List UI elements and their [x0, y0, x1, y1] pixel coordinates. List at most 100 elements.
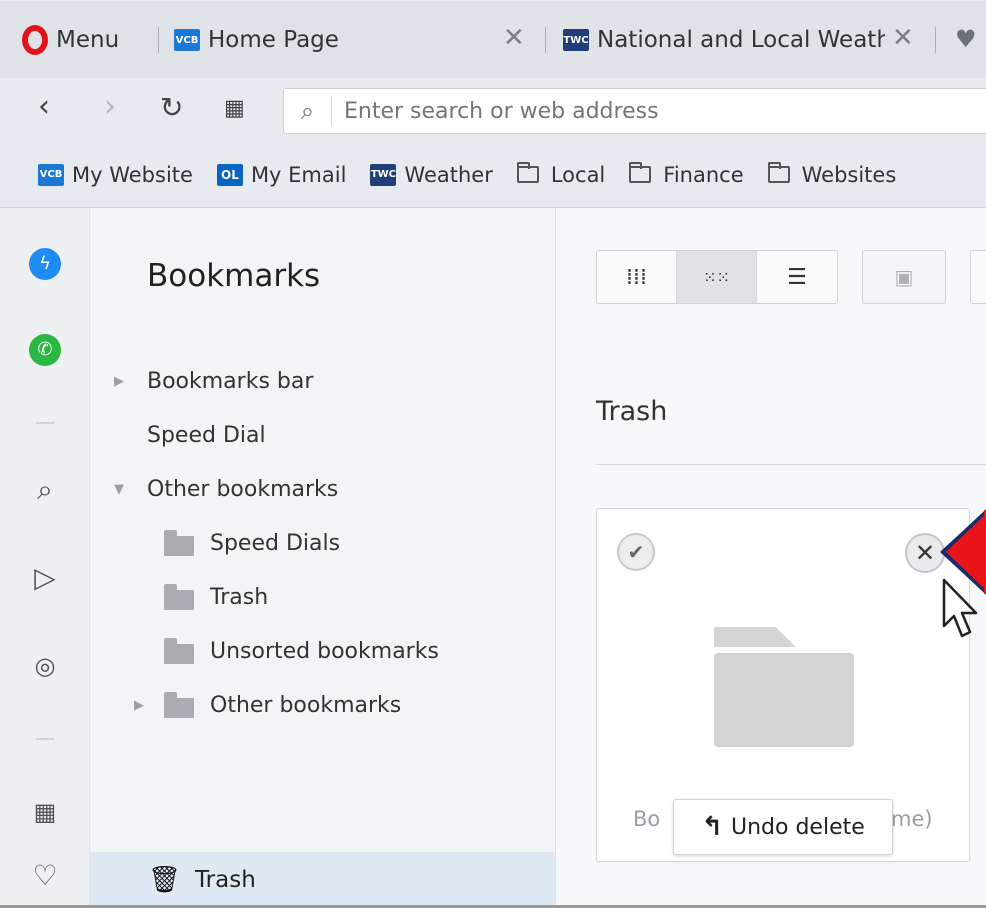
rail-divider [36, 738, 54, 740]
side-rail: ϟ ✆ ⌕ ▷ ◎ ▦ ♡ [0, 208, 90, 908]
undo-delete-button[interactable]: ↰ Undo delete [673, 799, 893, 855]
section-title: Trash [596, 396, 668, 427]
small-tiles-view-button[interactable]: ⁙⁙ [677, 251, 757, 303]
folder-icon [164, 638, 194, 664]
bookmark-label: Websites [801, 162, 897, 187]
tree-item-speed-dial[interactable]: Speed Dial [147, 418, 266, 452]
card-label: Bo me) [633, 807, 933, 831]
bookmark-my-email[interactable]: OL My Email [216, 162, 347, 187]
send-icon[interactable]: ▷ [34, 564, 56, 592]
heart-icon[interactable]: ♥ [955, 25, 977, 53]
vcb-favicon-icon: VCB [174, 29, 200, 51]
small-grid-icon: ⁙⁙ [703, 267, 730, 287]
folder-icon [164, 530, 194, 556]
mouse-cursor-icon [942, 578, 978, 638]
forward-icon[interactable]: › [104, 92, 116, 122]
card-label-start: Bo [633, 807, 661, 831]
opera-logo-icon [22, 25, 48, 55]
bookmarks-bar: VCB My Website OL My Email TWC Weather L… [0, 142, 986, 208]
select-check-icon[interactable]: ✔ [617, 533, 655, 571]
back-icon[interactable]: ‹ [38, 92, 50, 122]
close-tab-icon[interactable]: ✕ [503, 25, 525, 51]
bookmark-label: Finance [663, 162, 744, 187]
tab-home-page[interactable]: VCB Home Page [174, 19, 339, 61]
tree-item-other-bookmarks[interactable]: ▼ Other bookmarks [114, 472, 338, 506]
view-mode-group: ⁞⁞⁞ ⁙⁙ ☰ [596, 250, 838, 304]
folder-icon [516, 162, 539, 183]
tab-separator [158, 27, 159, 53]
expand-caret-icon[interactable]: ▶ [134, 698, 164, 713]
sidebar-item-label: Trash [195, 867, 256, 893]
bookmark-label: My Website [72, 162, 193, 187]
rail-divider [36, 422, 54, 424]
outlook-favicon-icon: OL [216, 163, 243, 186]
toolbar-button[interactable] [970, 250, 986, 304]
tree-item-speed-dials[interactable]: Speed Dials [164, 526, 340, 560]
tabs-grid-icon[interactable]: ▦ [224, 98, 245, 120]
sidebar-item-trash[interactable]: 🗑 Trash [90, 852, 555, 908]
weather-channel-favicon-icon: TWC [563, 29, 589, 51]
bookmark-label: My Email [250, 162, 347, 187]
tab-separator [545, 27, 546, 53]
list-icon: ☰ [787, 264, 807, 290]
messenger-icon[interactable]: ϟ [29, 248, 61, 280]
bookmark-folder-finance[interactable]: Finance [629, 162, 744, 187]
bookmark-weather[interactable]: TWC Weather [370, 162, 493, 187]
tree-label: Speed Dial [147, 422, 266, 448]
bookmark-label: Weather [404, 162, 493, 187]
url-input[interactable] [332, 98, 932, 124]
tree-label: Other bookmarks [210, 692, 402, 718]
bookmark-card[interactable]: ✔ ✕ Bo me) ↰ Undo delete [596, 508, 970, 862]
trash-icon: 🗑 [148, 865, 182, 895]
folder-icon [629, 162, 652, 183]
opera-menu-button[interactable]: Menu [22, 23, 119, 57]
whatsapp-icon[interactable]: ✆ [29, 334, 61, 366]
bookmarks-panel: Bookmarks ▶ Bookmarks bar Speed Dial ▼ O… [90, 208, 556, 908]
menu-label: Menu [56, 27, 120, 53]
close-tab-icon[interactable]: ✕ [892, 25, 914, 51]
search-icon[interactable]: ⌕ [37, 476, 53, 504]
bookmark-folder-local[interactable]: Local [516, 162, 606, 187]
tree-item-bookmarks-bar[interactable]: ▶ Bookmarks bar [114, 364, 313, 398]
bookmark-label: Local [550, 162, 606, 187]
tab-title: Home Page [208, 27, 339, 53]
search-icon: ⌕ [284, 96, 332, 126]
large-tiles-view-button[interactable]: ⁞⁞⁞ [597, 251, 677, 303]
folder-icon [767, 162, 790, 183]
tree-item-other-bookmarks-sub[interactable]: ▶ Other bookmarks [134, 688, 401, 722]
reload-icon[interactable]: ↻ [160, 94, 183, 122]
address-bar: ‹ › ↻ ▦ ⌕ [0, 78, 986, 142]
vcb-favicon-icon: VCB [38, 163, 64, 186]
collapse-caret-icon[interactable]: ▼ [114, 482, 138, 497]
panel-title: Bookmarks [147, 258, 321, 294]
new-folder-button[interactable]: ▣ [862, 250, 946, 304]
camera-icon[interactable]: ◎ [35, 654, 56, 678]
folder-icon [164, 584, 194, 610]
folder-icon [714, 653, 854, 747]
speed-dial-icon[interactable]: ▦ [34, 800, 57, 824]
bookmark-folder-websites[interactable]: Websites [767, 162, 897, 187]
tab-title: National and Local Weathe [597, 27, 885, 53]
list-view-button[interactable]: ☰ [757, 251, 837, 303]
expand-caret-icon[interactable]: ▶ [114, 374, 138, 389]
delete-close-icon[interactable]: ✕ [905, 533, 945, 573]
weather-channel-favicon-icon: TWC [370, 163, 397, 186]
bookmark-my-website[interactable]: VCB My Website [38, 163, 193, 187]
card-label-end: me) [891, 807, 933, 831]
tree-label: Trash [210, 584, 269, 610]
tab-weather[interactable]: TWC National and Local Weathe [563, 19, 885, 61]
divider [596, 464, 986, 465]
bookmarks-main: ⁞⁞⁞ ⁙⁙ ☰ ▣ Trash ✔ ✕ Bo me) ↰ Undo delet… [556, 208, 986, 908]
heart-icon[interactable]: ♡ [32, 862, 57, 890]
tree-label: Unsorted bookmarks [210, 638, 439, 664]
new-folder-icon: ▣ [894, 265, 914, 289]
tree-label: Other bookmarks [147, 476, 339, 502]
undo-arrow-icon: ↰ [701, 812, 723, 842]
tree-item-trash-folder[interactable]: Trash [164, 580, 268, 614]
url-box[interactable]: ⌕ [283, 88, 986, 134]
tree-label: Bookmarks bar [147, 368, 314, 394]
tree-label: Speed Dials [210, 530, 341, 556]
tree-item-unsorted-bookmarks[interactable]: Unsorted bookmarks [164, 634, 439, 668]
folder-icon [164, 692, 194, 718]
large-grid-icon: ⁞⁞⁞ [626, 264, 647, 290]
